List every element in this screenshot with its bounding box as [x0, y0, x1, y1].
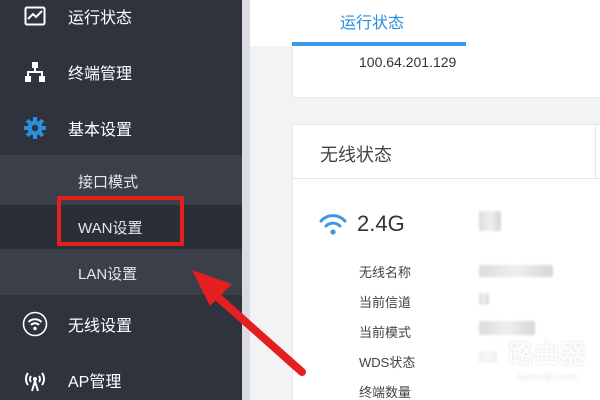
watermark: 路由器 luyouqi.com	[458, 330, 600, 400]
watermark-brand: 路由器	[508, 339, 587, 369]
watermark-site: luyouqi.com	[518, 371, 577, 383]
watermark-logo	[460, 336, 502, 378]
